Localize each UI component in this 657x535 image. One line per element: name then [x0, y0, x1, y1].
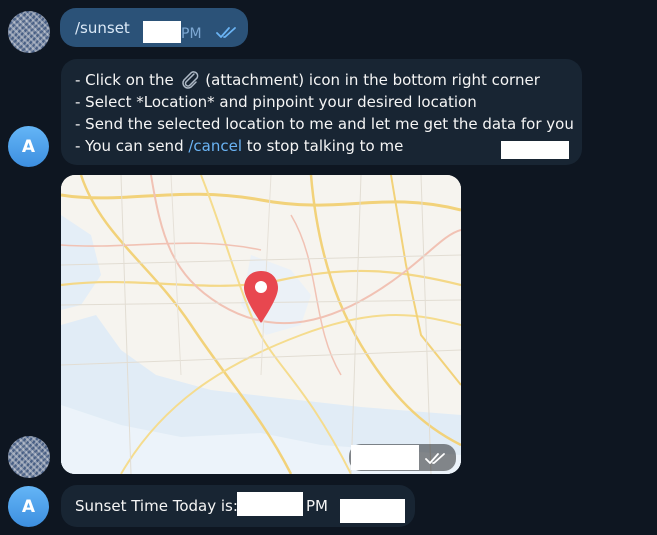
- instructions-message-bubble[interactable]: - Click on the (attachment) icon in the …: [61, 59, 582, 165]
- instruction-line-3: - Send the selected location to me and l…: [75, 115, 574, 133]
- paperclip-icon: [181, 71, 198, 89]
- sunset-reply-suffix: PM: [306, 497, 328, 515]
- instruction-line-4: - You can send /cancel to stop talking t…: [75, 137, 404, 155]
- map-image: [61, 175, 461, 474]
- bot-avatar[interactable]: A: [8, 486, 49, 527]
- bot-avatar[interactable]: A: [8, 126, 49, 167]
- outgoing-message-bubble[interactable]: /sunset PM: [60, 8, 248, 47]
- user-avatar[interactable]: [8, 436, 50, 478]
- cancel-command-link[interactable]: /cancel: [188, 137, 242, 155]
- redacted-time: [143, 21, 181, 43]
- redacted-sunset-time: [237, 492, 303, 516]
- sunset-command-text[interactable]: /sunset: [75, 17, 130, 39]
- redacted-time: [501, 141, 569, 159]
- user-avatar[interactable]: [8, 11, 50, 53]
- instruction-line-1: - Click on the (attachment) icon in the …: [75, 71, 540, 89]
- location-map-message[interactable]: [61, 175, 461, 474]
- message-time-suffix: PM: [181, 26, 202, 42]
- redacted-time: [340, 499, 405, 523]
- sunset-reply-label: Sunset Time Today is:: [75, 497, 238, 515]
- sunset-reply-bubble[interactable]: Sunset Time Today is: PM: [61, 485, 415, 527]
- map-time-chip: [349, 444, 456, 471]
- instruction-line-2: - Select *Location* and pinpoint your de…: [75, 93, 477, 111]
- bot-avatar-letter: A: [21, 496, 36, 517]
- double-check-icon: [216, 27, 236, 38]
- bot-avatar-letter: A: [21, 136, 36, 157]
- redacted-time: [351, 445, 419, 470]
- double-check-icon: [425, 453, 445, 464]
